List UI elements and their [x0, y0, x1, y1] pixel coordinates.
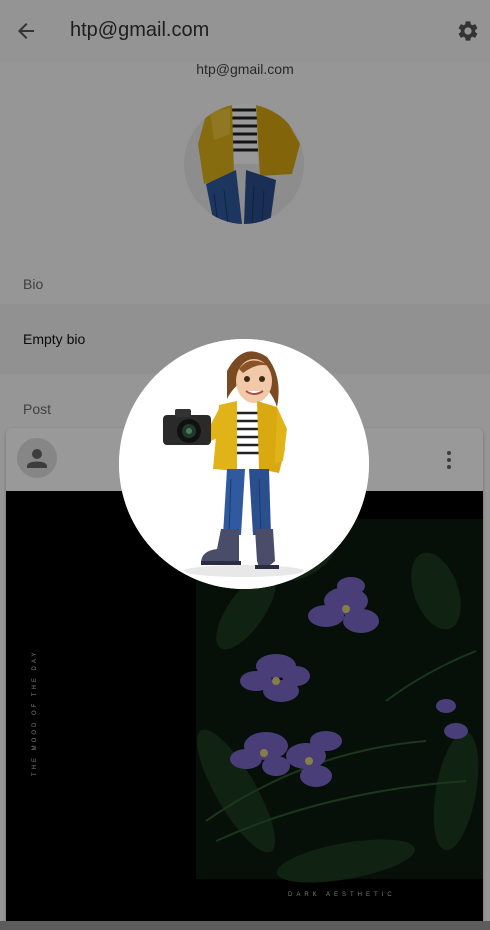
bottom-edge: [0, 921, 490, 930]
enlarged-avatar[interactable]: [119, 339, 369, 589]
cartoon-photographer-avatar-enlarged: [119, 339, 369, 589]
profile-screen: htp@gmail.com htp@gmail.com Bio Empty bi…: [0, 0, 490, 930]
